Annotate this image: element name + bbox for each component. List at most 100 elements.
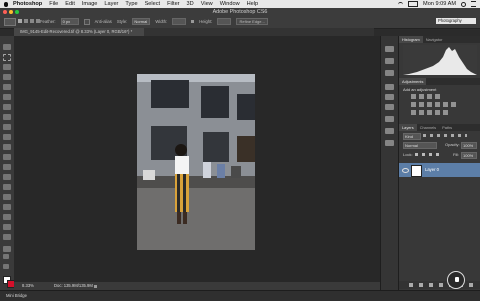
shape-tool-icon[interactable] bbox=[3, 214, 11, 220]
zoom-tool-icon[interactable] bbox=[3, 234, 11, 240]
quick-mask-icon[interactable] bbox=[3, 254, 9, 259]
lasso-tool-icon[interactable] bbox=[3, 64, 11, 70]
kind-filter-select[interactable]: Kind bbox=[403, 133, 421, 140]
battery-icon[interactable] bbox=[408, 1, 419, 7]
document-photo[interactable] bbox=[137, 74, 255, 250]
healing-brush-tool-icon[interactable] bbox=[3, 104, 11, 110]
menu-image[interactable]: Image bbox=[82, 1, 98, 7]
gradient-map-icon[interactable] bbox=[443, 110, 448, 115]
menu-window[interactable]: Window bbox=[220, 1, 240, 7]
menu-view[interactable]: View bbox=[201, 1, 213, 7]
selective-color-icon[interactable] bbox=[435, 110, 440, 115]
mini-bridge-tab[interactable]: Mini Bridge bbox=[6, 291, 27, 300]
tab-paths[interactable]: Paths bbox=[439, 124, 455, 131]
layer-name[interactable]: Layer 0 bbox=[425, 163, 439, 177]
history-panel-icon[interactable] bbox=[385, 46, 394, 52]
width-input[interactable] bbox=[172, 18, 187, 25]
invert-icon[interactable] bbox=[411, 110, 416, 115]
tab-navigator[interactable]: Navigator bbox=[423, 36, 446, 43]
opacity-input[interactable]: 100% bbox=[461, 142, 477, 149]
posterize-icon[interactable] bbox=[419, 110, 424, 115]
search-icon[interactable] bbox=[461, 1, 466, 7]
doc-size[interactable]: Doc: 135.9M/135.9M bbox=[54, 282, 93, 290]
tab-histogram[interactable]: Histogram bbox=[399, 36, 423, 43]
swap-icon[interactable] bbox=[191, 20, 195, 23]
brush-panel-icon[interactable] bbox=[385, 104, 394, 110]
pen-tool-icon[interactable] bbox=[3, 184, 11, 190]
brush-tool-icon[interactable] bbox=[3, 114, 11, 120]
menu-help[interactable]: Help bbox=[247, 1, 259, 7]
lock-icons[interactable] bbox=[415, 153, 443, 156]
eraser-tool-icon[interactable] bbox=[3, 144, 11, 150]
refine-edge-button[interactable]: Refine Edge... bbox=[236, 18, 268, 25]
style-select[interactable]: Normal bbox=[132, 18, 151, 25]
filter-icons[interactable] bbox=[423, 134, 467, 137]
blur-tool-icon[interactable] bbox=[3, 164, 11, 170]
selection-mode-icons[interactable] bbox=[18, 19, 40, 23]
marquee-tool-icon[interactable] bbox=[3, 54, 11, 61]
screen-mode-icon[interactable] bbox=[3, 264, 9, 269]
hue-saturation-icon[interactable] bbox=[419, 102, 424, 107]
workspace-switcher[interactable]: Photography bbox=[436, 18, 476, 24]
clone-stamp-tool-icon[interactable] bbox=[3, 124, 11, 130]
wifi-icon[interactable] bbox=[398, 1, 404, 7]
menu-edit[interactable]: Edit bbox=[65, 1, 75, 7]
hand-tool-icon[interactable] bbox=[3, 224, 11, 230]
status-menu-icon[interactable] bbox=[94, 285, 97, 288]
menu-3d[interactable]: 3D bbox=[187, 1, 194, 7]
menu-layer[interactable]: Layer bbox=[104, 1, 118, 7]
paragraph-panel-icon[interactable] bbox=[385, 140, 394, 146]
threshold-icon[interactable] bbox=[427, 110, 432, 115]
app-menu[interactable]: Photoshop bbox=[13, 1, 42, 7]
character-panel-icon[interactable] bbox=[385, 128, 394, 134]
color-balance-icon[interactable] bbox=[427, 102, 432, 107]
type-tool-icon[interactable] bbox=[3, 194, 11, 200]
layer-row[interactable]: Layer 0 bbox=[399, 163, 480, 177]
color-panel-icon[interactable] bbox=[385, 84, 394, 90]
gradient-tool-icon[interactable] bbox=[3, 154, 11, 160]
edit-toolbar-icon[interactable] bbox=[3, 246, 11, 252]
photo-filter-icon[interactable] bbox=[443, 102, 448, 107]
minimize-button[interactable] bbox=[9, 10, 13, 14]
black-white-icon[interactable] bbox=[435, 102, 440, 107]
menu-file[interactable]: File bbox=[49, 1, 58, 7]
menu-list-icon[interactable] bbox=[471, 1, 476, 7]
visibility-eye-icon[interactable] bbox=[402, 168, 409, 173]
height-input[interactable] bbox=[217, 18, 232, 25]
fill-input[interactable]: 100% bbox=[461, 152, 477, 159]
tab-channels[interactable]: Channels bbox=[417, 124, 439, 131]
menu-select[interactable]: Select bbox=[145, 1, 161, 7]
blend-mode-select[interactable]: Normal bbox=[403, 142, 437, 149]
antialias-checkbox[interactable] bbox=[83, 18, 90, 25]
menu-type[interactable]: Type bbox=[125, 1, 137, 7]
tab-layers[interactable]: Layers bbox=[399, 124, 417, 131]
channel-mixer-icon[interactable] bbox=[451, 102, 456, 107]
eyedropper-tool-icon[interactable] bbox=[3, 94, 11, 100]
zoom-button[interactable] bbox=[15, 10, 19, 14]
crop-tool-icon[interactable] bbox=[3, 84, 11, 90]
tool-preset-picker[interactable] bbox=[4, 18, 16, 26]
clock[interactable]: Mon 9:09 AM bbox=[423, 1, 456, 7]
move-tool-icon[interactable] bbox=[3, 44, 11, 50]
brightness-contrast-icon[interactable] bbox=[411, 94, 416, 99]
apple-menu-icon[interactable] bbox=[4, 1, 8, 7]
menu-filter[interactable]: Filter bbox=[167, 1, 179, 7]
info-panel-icon[interactable] bbox=[385, 70, 394, 76]
actions-panel-icon[interactable] bbox=[385, 58, 394, 64]
close-button[interactable] bbox=[3, 10, 7, 14]
tab-adjustments[interactable]: Adjustments bbox=[399, 78, 427, 85]
zoom-level[interactable]: 8.33% bbox=[22, 282, 34, 290]
history-brush-tool-icon[interactable] bbox=[3, 134, 11, 140]
feather-input[interactable]: 0 px bbox=[60, 18, 79, 25]
subtract-selection-icon[interactable] bbox=[30, 19, 34, 23]
path-selection-tool-icon[interactable] bbox=[3, 204, 11, 210]
add-selection-icon[interactable] bbox=[24, 19, 28, 23]
properties-panel-icon[interactable] bbox=[385, 116, 394, 122]
vibrance-icon[interactable] bbox=[411, 102, 416, 107]
exposure-icon[interactable] bbox=[435, 94, 440, 99]
document-tab[interactable]: IMG_9145-Edit-Recovered.tif @ 8.33% (Lay… bbox=[14, 28, 144, 36]
quick-selection-tool-icon[interactable] bbox=[3, 74, 11, 80]
new-selection-icon[interactable] bbox=[18, 19, 22, 23]
dodge-tool-icon[interactable] bbox=[3, 174, 11, 180]
curves-icon[interactable] bbox=[427, 94, 432, 99]
